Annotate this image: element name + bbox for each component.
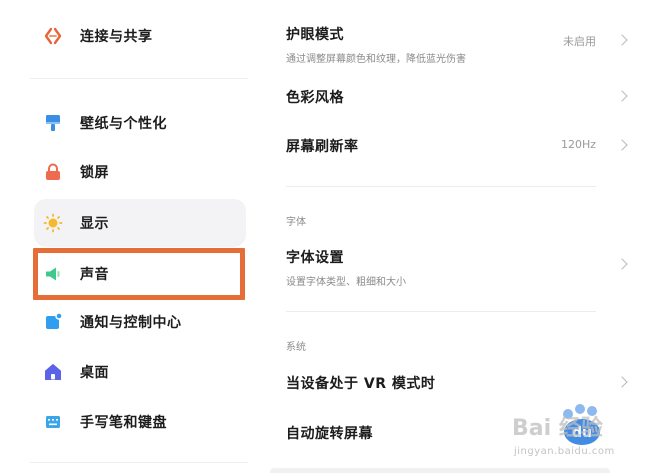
sidebar-item-display[interactable]: 显示 [34, 199, 246, 247]
eye-protection-row[interactable]: 护眼模式 通过调整屏幕颜色和纹理，降低蓝光伤害 未启用 [286, 24, 628, 65]
sidebar-item-label: 显示 [80, 216, 109, 232]
bottom-card-edge [270, 468, 610, 473]
sidebar: 连接与共享 壁纸与个性化 锁屏 显示 声音 通知与控制中心 桌面 手写笔和键盘 [0, 0, 256, 473]
sidebar-item-label: 手写笔和键盘 [80, 415, 167, 431]
notification-icon [42, 311, 64, 333]
sidebar-item-desktop[interactable]: 桌面 [34, 348, 246, 396]
brush-icon [42, 112, 64, 134]
sidebar-item-label: 壁纸与个性化 [80, 116, 167, 132]
sidebar-item-wallpaper[interactable]: 壁纸与个性化 [34, 99, 246, 147]
font-settings-title: 字体设置 [286, 250, 344, 266]
vr-mode-title: 当设备处于 VR 模式时 [286, 376, 436, 392]
sidebar-item-lock-screen[interactable]: 锁屏 [34, 148, 246, 196]
sun-icon [42, 212, 64, 234]
share-icon [42, 25, 64, 47]
highlight-box [33, 248, 245, 300]
font-settings-row[interactable]: 字体设置 设置字体类型、粗细和大小 [286, 247, 628, 288]
lock-icon [42, 161, 64, 183]
vr-mode-row[interactable]: 当设备处于 VR 模式时 [286, 373, 628, 393]
section-divider [286, 311, 596, 312]
sidebar-divider [30, 462, 248, 463]
font-settings-subtitle: 设置字体类型、粗细和大小 [286, 277, 406, 288]
color-style-title: 色彩风格 [286, 90, 344, 106]
sidebar-item-label: 锁屏 [80, 165, 109, 181]
sidebar-item-connection-sharing[interactable]: 连接与共享 [34, 12, 246, 60]
eye-protection-status: 未启用 [563, 35, 596, 48]
font-section-label: 字体 [286, 217, 306, 228]
sidebar-divider [30, 78, 248, 79]
section-divider [286, 186, 596, 187]
watermark-text: Bai 经验 [512, 416, 603, 441]
sidebar-item-label: 桌面 [80, 365, 109, 381]
refresh-rate-row[interactable]: 屏幕刷新率 120Hz [286, 136, 628, 156]
baidu-watermark: du Bai 经验 jingyan.baidu.com [512, 402, 652, 462]
home-icon [42, 361, 64, 383]
system-section-label: 系统 [286, 342, 306, 353]
sidebar-item-label: 通知与控制中心 [80, 315, 182, 331]
color-style-row[interactable]: 色彩风格 [286, 87, 628, 107]
watermark-url: jingyan.baidu.com [514, 446, 615, 457]
keyboard-icon [42, 411, 64, 433]
sidebar-item-label: 连接与共享 [80, 29, 153, 45]
sidebar-item-stylus-keyboard[interactable]: 手写笔和键盘 [34, 398, 246, 446]
eye-protection-subtitle: 通过调整屏幕颜色和纹理，降低蓝光伤害 [286, 54, 466, 65]
sidebar-item-notification-control[interactable]: 通知与控制中心 [34, 298, 246, 346]
refresh-rate-value: 120Hz [560, 138, 596, 151]
